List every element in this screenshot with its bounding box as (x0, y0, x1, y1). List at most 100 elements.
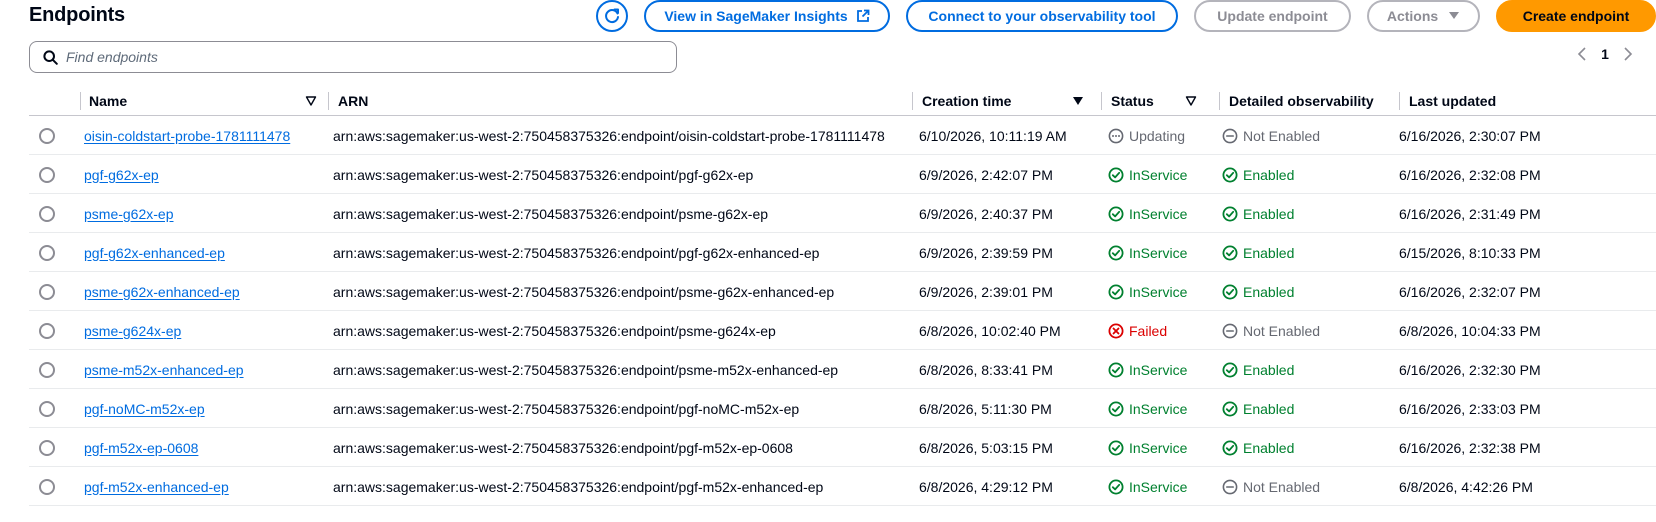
endpoint-name-link[interactable]: psme-m52x-enhanced-ep (84, 362, 244, 378)
endpoint-name-cell: pgf-noMC-m52x-ep (84, 389, 205, 428)
row-select-radio[interactable] (39, 400, 55, 417)
row-select-cell (39, 350, 55, 389)
view-insights-label: View in SageMaker Insights (664, 8, 848, 24)
observability-indicator: Enabled (1222, 206, 1294, 222)
column-header-arn[interactable]: ARN (328, 86, 918, 116)
chevron-left-icon (1577, 47, 1586, 61)
observability-cell: Enabled (1222, 272, 1294, 311)
endpoint-name-cell: pgf-g62x-enhanced-ep (84, 233, 225, 272)
table-row[interactable]: psme-g62x-ep arn:aws:sagemaker:us-west-2:… (29, 194, 1656, 233)
status-stopped-icon (1222, 479, 1238, 494)
search-field[interactable] (29, 41, 677, 73)
endpoint-name-link[interactable]: pgf-g62x-enhanced-ep (84, 245, 225, 261)
row-select-radio[interactable] (39, 439, 55, 456)
status-text: Failed (1129, 322, 1168, 339)
arn-cell: arn:aws:sagemaker:us-west-2:750458375326… (333, 350, 838, 389)
column-header-name[interactable]: Name (89, 86, 329, 116)
status-indicator: InService (1108, 206, 1187, 222)
row-select-radio[interactable] (39, 205, 55, 222)
arn-cell: arn:aws:sagemaker:us-west-2:750458375326… (333, 155, 753, 194)
status-stopped-icon (1222, 323, 1238, 338)
table-row[interactable]: pgf-m52x-ep-0608 arn:aws:sagemaker:us-wes… (29, 428, 1656, 467)
update-endpoint-button[interactable]: Update endpoint (1194, 0, 1351, 32)
creation-time-cell: 6/10/2026, 10:11:19 AM (919, 116, 1067, 155)
creation-time-text: 6/8/2026, 5:11:30 PM (919, 400, 1052, 417)
creation-time-text: 6/8/2026, 10:02:40 PM (919, 322, 1061, 339)
creation-time-text: 6/8/2026, 4:29:12 PM (919, 478, 1053, 495)
column-separator (80, 92, 81, 110)
page-title: Endpoints (29, 4, 125, 26)
row-select-radio[interactable] (39, 478, 55, 495)
table-row[interactable]: psme-g624x-ep arn:aws:sagemaker:us-west-2… (29, 311, 1656, 350)
column-header-creation-time-label: Creation time (922, 93, 1012, 109)
table-row[interactable]: pgf-noMC-m52x-ep arn:aws:sagemaker:us-wes… (29, 389, 1656, 428)
row-select-radio[interactable] (39, 361, 55, 378)
status-text: InService (1129, 439, 1188, 456)
status-text: InService (1129, 400, 1188, 417)
status-cell: InService (1108, 389, 1187, 428)
actions-dropdown-button[interactable]: Actions (1367, 0, 1480, 32)
creation-time-cell: 6/8/2026, 8:33:41 PM (919, 350, 1053, 389)
row-select-radio[interactable] (39, 244, 55, 261)
status-cell: InService (1108, 428, 1187, 467)
endpoint-name-link[interactable]: pgf-noMC-m52x-ep (84, 401, 205, 417)
table-row[interactable]: pgf-g62x-enhanced-ep arn:aws:sagemaker:us… (29, 233, 1656, 272)
row-select-radio[interactable] (39, 127, 55, 144)
row-select-radio[interactable] (39, 283, 55, 300)
table-row[interactable]: psme-g62x-enhanced-ep arn:aws:sagemaker:u… (29, 272, 1656, 311)
endpoint-name-link[interactable]: pgf-g62x-ep (84, 167, 159, 183)
endpoint-name-link[interactable]: psme-g624x-ep (84, 323, 181, 339)
endpoint-name-cell: psme-m52x-enhanced-ep (84, 350, 244, 389)
sort-descending-icon (1072, 95, 1084, 107)
observability-text: Enabled (1243, 400, 1295, 417)
row-select-radio[interactable] (39, 166, 55, 183)
column-header-arn-label: ARN (338, 93, 369, 109)
endpoint-name-link[interactable]: pgf-m52x-enhanced-ep (84, 479, 229, 495)
status-positive-icon (1108, 440, 1124, 455)
create-endpoint-button[interactable]: Create endpoint (1496, 0, 1656, 32)
current-page-number[interactable]: 1 (1592, 46, 1618, 62)
row-select-radio[interactable] (39, 322, 55, 339)
selection-column-separator (70, 86, 81, 116)
creation-time-cell: 6/8/2026, 10:02:40 PM (919, 311, 1061, 350)
arn-cell: arn:aws:sagemaker:us-west-2:750458375326… (333, 311, 776, 350)
table-row[interactable]: pgf-m52x-enhanced-ep arn:aws:sagemaker:us… (29, 467, 1656, 506)
column-header-creation-time[interactable]: Creation time (912, 86, 1092, 116)
endpoint-name-link[interactable]: pgf-m52x-ep-0608 (84, 440, 198, 456)
search-input[interactable] (66, 49, 626, 65)
table-row[interactable]: pgf-g62x-ep arn:aws:sagemaker:us-west-2:7… (29, 155, 1656, 194)
column-header-last-updated[interactable]: Last updated (1399, 86, 1569, 116)
table-row[interactable]: oisin-coldstart-probe-1781111478 arn:aws:… (29, 116, 1656, 155)
observability-text: Not Enabled (1243, 127, 1321, 144)
creation-time-text: 6/9/2026, 2:39:01 PM (919, 283, 1053, 300)
column-header-detailed-observability[interactable]: Detailed observability (1219, 86, 1394, 116)
row-select-cell (39, 233, 55, 272)
observability-cell: Enabled (1222, 428, 1294, 467)
status-positive-icon (1222, 401, 1238, 416)
connect-observability-button[interactable]: Connect to your observability tool (906, 0, 1178, 32)
endpoint-name-cell: oisin-coldstart-probe-1781111478 (84, 116, 290, 155)
column-separator (912, 92, 913, 110)
observability-cell: Not Enabled (1222, 467, 1320, 506)
last-updated-text: 6/16/2026, 2:30:07 PM (1399, 127, 1541, 144)
column-header-status[interactable]: Status (1101, 86, 1211, 116)
table-row[interactable]: psme-m52x-enhanced-ep arn:aws:sagemaker:u… (29, 350, 1656, 389)
arn-cell: arn:aws:sagemaker:us-west-2:750458375326… (333, 389, 799, 428)
endpoint-name-link[interactable]: psme-g62x-ep (84, 206, 174, 222)
pagination: 1 (1572, 46, 1638, 62)
observability-indicator: Enabled (1222, 401, 1294, 417)
observability-text: Enabled (1243, 166, 1295, 183)
view-insights-button[interactable]: View in SageMaker Insights (644, 0, 890, 32)
refresh-button[interactable] (596, 0, 628, 32)
creation-time-text: 6/8/2026, 5:03:15 PM (919, 439, 1053, 456)
row-select-cell (39, 389, 55, 428)
endpoint-name-link[interactable]: psme-g62x-enhanced-ep (84, 284, 240, 300)
endpoint-name-link[interactable]: oisin-coldstart-probe-1781111478 (84, 128, 290, 144)
next-page-button[interactable] (1618, 47, 1638, 61)
status-text: InService (1129, 205, 1188, 222)
status-cell: InService (1108, 155, 1187, 194)
status-indicator: InService (1108, 479, 1187, 495)
creation-time-text: 6/9/2026, 2:42:07 PM (919, 166, 1053, 183)
previous-page-button[interactable] (1572, 47, 1592, 61)
observability-text: Not Enabled (1243, 322, 1321, 339)
